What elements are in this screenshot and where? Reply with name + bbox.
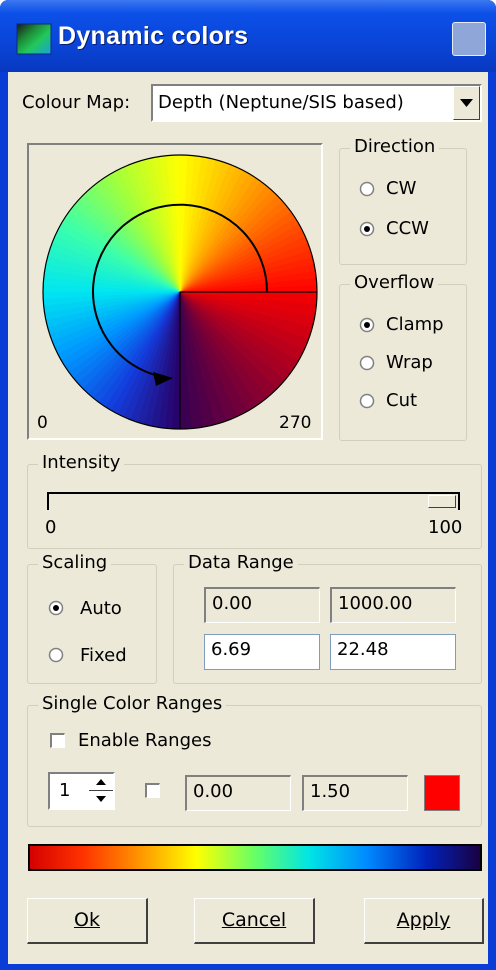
dropdown-arrow-button[interactable] — [453, 86, 480, 120]
chevron-down-icon — [460, 99, 473, 107]
radio-clamp[interactable] — [359, 317, 375, 333]
colour-bar — [28, 844, 482, 871]
single-color-ranges-group: Single Color Ranges Enable Ranges 1 0.00… — [27, 693, 482, 827]
intensity-slider-thumb[interactable] — [428, 495, 456, 508]
range-row-checkbox[interactable] — [145, 783, 160, 798]
cancel-button-label: Cancel — [221, 909, 287, 931]
scaling-group: Scaling Auto Fixed — [27, 552, 157, 684]
radio-ccw[interactable] — [359, 221, 375, 237]
direction-group: Direction CW CCW — [339, 136, 467, 265]
radio-auto[interactable] — [48, 600, 64, 616]
dialog-body: Colour Map: Depth (Neptune/SIS based) 0 … — [8, 72, 488, 964]
overflow-group: Overflow Clamp Wrap Cut — [339, 272, 467, 441]
range-to-field[interactable]: 1.50 — [302, 775, 408, 811]
scaling-title: Scaling — [38, 552, 112, 573]
color-wheel-panel: 0 270 — [27, 143, 323, 440]
wheel-max-label: 270 — [279, 413, 312, 433]
intensity-title: Intensity — [38, 452, 125, 473]
ok-button-label: Ok — [74, 909, 100, 931]
ok-button[interactable]: Ok — [27, 898, 148, 944]
intensity-min-label: 0 — [45, 517, 57, 538]
range-index-value: 1 — [59, 780, 71, 801]
radio-fixed[interactable] — [48, 647, 64, 663]
range-from-field[interactable]: 0.00 — [185, 775, 291, 811]
chevron-down-icon — [96, 796, 106, 802]
wheel-min-label: 0 — [37, 413, 48, 433]
range-low-input[interactable]: 6.69 — [204, 634, 320, 670]
intensity-max-label: 100 — [428, 517, 463, 538]
colour-map-value: Depth (Neptune/SIS based) — [158, 92, 404, 113]
radio-cut[interactable] — [359, 393, 375, 409]
scaling-fixed-label[interactable]: Fixed — [80, 645, 127, 666]
data-range-group: Data Range 0.00 1000.00 6.69 22.48 — [173, 552, 482, 684]
overflow-title: Overflow — [350, 272, 439, 293]
apply-button[interactable]: Apply — [364, 898, 484, 944]
chevron-up-icon — [96, 779, 106, 785]
overflow-clamp-label[interactable]: Clamp — [386, 314, 444, 335]
range-index-spinner[interactable]: 1 — [48, 772, 115, 810]
window-title: Dynamic colors — [58, 22, 249, 50]
scaling-auto-label[interactable]: Auto — [80, 598, 122, 619]
overflow-cut-label[interactable]: Cut — [386, 390, 417, 411]
radio-cw[interactable] — [359, 181, 375, 197]
colour-map-label: Colour Map: — [22, 92, 131, 113]
dialog-window: Dynamic colors Colour Map: Depth (Neptun… — [0, 0, 496, 970]
data-min-field: 0.00 — [204, 587, 320, 623]
direction-title: Direction — [350, 136, 440, 157]
intensity-slider-track[interactable] — [47, 492, 460, 510]
overflow-wrap-label[interactable]: Wrap — [386, 352, 433, 373]
data-max-field: 1000.00 — [330, 587, 456, 623]
intensity-group: Intensity 0 100 — [27, 452, 482, 549]
range-high-input[interactable]: 22.48 — [330, 634, 456, 670]
enable-ranges-label[interactable]: Enable Ranges — [78, 730, 211, 751]
direction-ccw-label[interactable]: CCW — [386, 218, 429, 239]
color-wheel[interactable] — [29, 145, 321, 438]
cancel-button[interactable]: Cancel — [194, 898, 315, 944]
app-icon — [16, 23, 52, 55]
radio-wrap[interactable] — [359, 355, 375, 371]
single-color-ranges-title: Single Color Ranges — [38, 693, 227, 714]
spinner-up-arrow[interactable] — [89, 774, 113, 791]
colour-map-select[interactable]: Depth (Neptune/SIS based) — [151, 84, 482, 122]
spinner-down-arrow[interactable] — [89, 791, 113, 808]
data-range-title: Data Range — [184, 552, 298, 573]
enable-ranges-checkbox[interactable] — [50, 733, 65, 748]
close-button[interactable] — [452, 22, 486, 56]
direction-cw-label[interactable]: CW — [386, 178, 416, 199]
title-bar[interactable]: Dynamic colors — [0, 0, 496, 72]
apply-button-label: Apply — [396, 909, 451, 931]
range-color-swatch[interactable] — [424, 775, 460, 811]
